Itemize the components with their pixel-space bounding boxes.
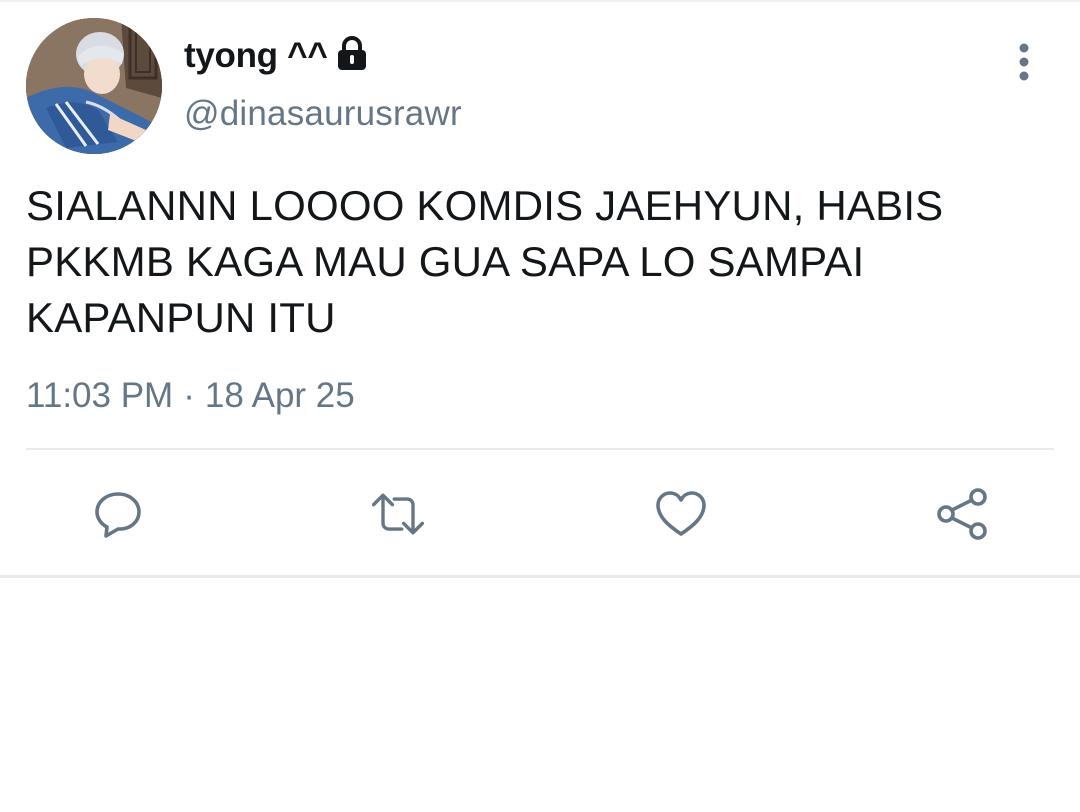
retweet-icon: [371, 493, 425, 535]
retweet-button[interactable]: [368, 484, 428, 544]
tweet-timestamp: 11:03 PM · 18 Apr 25: [26, 376, 355, 416]
top-divider: [0, 0, 1080, 2]
timestamp-separator: ·: [183, 376, 195, 415]
divider: [26, 448, 1054, 450]
avatar[interactable]: [26, 18, 162, 154]
avatar-image: [26, 18, 162, 154]
more-vertical-icon[interactable]: [1008, 42, 1040, 82]
tweet-text-line: SIALANNN LOOOO KOMDIS JAEHYUN, HABIS: [26, 182, 944, 229]
like-button[interactable]: [651, 484, 711, 544]
tweet-text: SIALANNN LOOOO KOMDIS JAEHYUN, HABIS PKK…: [26, 178, 1046, 346]
tweet-action-bar: [0, 470, 1080, 560]
share-button[interactable]: [932, 484, 992, 544]
tweet-text-line: PKKMB KAGA MAU GUA SAPA LO SAMPAI: [26, 238, 865, 285]
tweet-text-line: KAPANPUN ITU: [26, 294, 336, 341]
section-divider: [0, 575, 1080, 578]
reply-icon: [95, 492, 141, 538]
reply-button[interactable]: [88, 484, 148, 544]
tweet-time: 11:03 PM: [26, 376, 174, 415]
tweet-date: 18 Apr 25: [204, 376, 355, 415]
username-handle[interactable]: @dinasaurusrawr: [184, 94, 462, 134]
author-name-row: tyong ^^: [184, 32, 369, 80]
display-name[interactable]: tyong ^^: [184, 36, 328, 76]
lock-icon: [335, 35, 369, 71]
tweet-detail-page: tyong ^^ @dinasaurusrawr SIALANNN LOOOO …: [0, 0, 1080, 812]
share-icon: [937, 488, 987, 540]
heart-icon: [656, 491, 706, 536]
